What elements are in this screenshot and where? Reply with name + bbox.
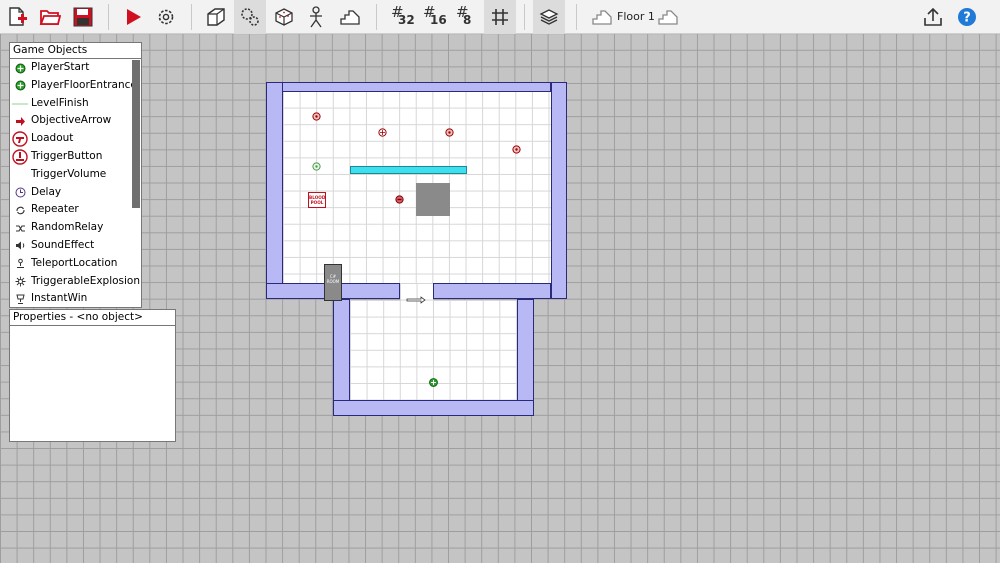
properties-title: Properties - <no object> (10, 310, 175, 326)
list-item-label: PlayerFloorEntrance (31, 78, 137, 91)
layers-icon[interactable] (533, 0, 565, 34)
save-icon[interactable] (67, 0, 99, 34)
shuffle-icon (12, 221, 28, 235)
svg-text:?: ? (963, 11, 971, 26)
solid-block[interactable] (416, 183, 450, 216)
red-arrow-icon (12, 114, 28, 128)
door-label: ROOM (326, 279, 340, 284)
red-marker-icon[interactable] (395, 195, 404, 204)
player-start-icon[interactable] (429, 378, 438, 387)
floor-down-icon[interactable] (586, 0, 618, 34)
green-marker-icon[interactable] (312, 162, 321, 171)
list-item-label: TeleportLocation (31, 256, 118, 269)
grid-off-button[interactable] (484, 0, 516, 34)
grid-size-label: 16 (430, 13, 447, 27)
list-item-loadout[interactable]: Loadout (10, 130, 141, 148)
open-folder-icon[interactable] (34, 0, 66, 34)
list-item-player-floor-entrance[interactable]: PlayerFloorEntrance (10, 77, 141, 95)
wall-segment[interactable] (266, 82, 283, 299)
player-figure-icon[interactable] (300, 0, 332, 34)
list-item-label: Repeater (31, 203, 79, 216)
green-circle-icon (12, 79, 28, 93)
wall-segment[interactable] (333, 400, 534, 416)
sign-label: BLOOD (309, 194, 326, 200)
list-item-level-finish[interactable]: LevelFinish (10, 95, 141, 113)
list-item-delay[interactable]: Delay (10, 184, 141, 202)
list-item-label: LevelFinish (31, 96, 89, 109)
grid-size-label: 32 (398, 13, 415, 27)
list-item-label: PlayerStart (31, 61, 90, 73)
list-item-triggerable-explosion[interactable]: TriggerableExplosion (10, 273, 141, 291)
list-item-label: ObjectiveArrow (31, 114, 112, 127)
repeat-icon (12, 203, 28, 217)
properties-panel: Properties - <no object> (9, 309, 176, 442)
wall-segment[interactable] (433, 283, 551, 299)
sign-label: POOL (310, 199, 324, 205)
list-item-label: Loadout (31, 132, 74, 145)
wall-segment[interactable] (266, 82, 551, 92)
floor-label: Floor 1 (617, 10, 655, 23)
list-item-trigger-button[interactable]: TriggerButton (10, 148, 141, 166)
list-item-sound-effect[interactable]: SoundEffect (10, 237, 141, 255)
explosion-icon (12, 275, 28, 289)
grid-size-8-button[interactable]: # 8 (451, 0, 483, 34)
wall-segment[interactable] (551, 82, 567, 299)
room-door[interactable]: C# ROOM (324, 264, 342, 301)
list-item-trigger-volume[interactable]: TriggerVolume (10, 166, 141, 184)
list-item-teleport-location[interactable]: TeleportLocation (10, 255, 141, 273)
help-icon[interactable]: ? (951, 0, 983, 34)
list-item-repeater[interactable]: Repeater (10, 201, 141, 219)
game-objects-panel: Game Objects PlayerStart PlayerFloorEntr… (9, 42, 142, 308)
list-item-label: TriggerVolume (31, 167, 107, 180)
clock-icon (12, 186, 28, 200)
objective-arrow-icon[interactable] (406, 296, 426, 304)
list-item-random-relay[interactable]: RandomRelay (10, 219, 141, 237)
list-item-label: TriggerButton (31, 149, 103, 162)
speaker-icon (12, 239, 28, 253)
list-item-label: RandomRelay (31, 221, 104, 234)
wall-segment[interactable] (333, 299, 350, 416)
trigger-button-icon (12, 149, 28, 165)
trophy-icon (12, 292, 28, 306)
grid-size-16-button[interactable]: # 16 (418, 0, 450, 34)
game-objects-scrollbar[interactable] (132, 60, 140, 208)
game-objects-title: Game Objects (10, 43, 141, 59)
red-marker-icon[interactable] (445, 128, 454, 137)
list-item-player-start[interactable]: PlayerStart (10, 59, 141, 77)
play-icon[interactable] (117, 0, 149, 34)
crosshair-icon[interactable] (378, 128, 387, 137)
list-item-objective-arrow[interactable]: ObjectiveArrow (10, 112, 141, 130)
list-item-label: TriggerableExplosion (31, 274, 141, 287)
cube-tool-icon[interactable] (268, 0, 300, 34)
upload-icon[interactable] (917, 0, 949, 34)
red-marker-icon[interactable] (512, 145, 521, 154)
teleport-icon (12, 257, 28, 271)
list-item-label: Delay (31, 185, 62, 198)
red-marker-icon[interactable] (312, 112, 321, 121)
wall-segment[interactable] (517, 299, 534, 416)
laser-barrier[interactable] (350, 166, 467, 174)
stairs-tool-icon[interactable] (334, 0, 366, 34)
loadout-icon (12, 131, 28, 147)
wall-tool-icon[interactable] (200, 0, 232, 34)
settings-gear-icon[interactable] (150, 0, 182, 34)
floor-up-icon[interactable] (652, 0, 684, 34)
grid-size-32-button[interactable]: # 32 (386, 0, 418, 34)
grid-size-label: 8 (463, 13, 472, 27)
list-item-label: SoundEffect (31, 238, 95, 251)
list-item-instant-win[interactable]: InstantWin (10, 290, 141, 308)
new-level-icon[interactable] (2, 0, 34, 34)
toolbar: # 32 # 16 # 8 Floor 1 ? (0, 0, 1000, 34)
blood-pool-sign[interactable]: BLOOD POOL (308, 192, 326, 208)
object-tool-icon[interactable] (234, 0, 266, 34)
finish-line-icon (12, 97, 28, 111)
list-item-label: InstantWin (31, 292, 88, 305)
green-circle-icon (12, 61, 28, 75)
game-objects-list: PlayerStart PlayerFloorEntrance LevelFin… (10, 59, 141, 308)
